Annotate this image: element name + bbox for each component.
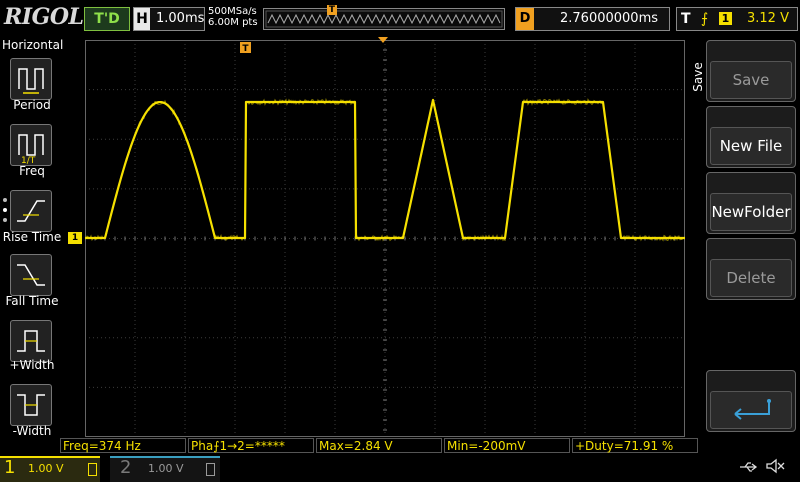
- trigger-readout[interactable]: T ⨍ 1 3.12 V: [676, 7, 798, 31]
- delete-button[interactable]: Delete: [706, 238, 796, 300]
- period-label: Period: [13, 98, 51, 112]
- save-button-label: Save: [710, 61, 792, 99]
- channel1-status[interactable]: 1 1.00 V: [0, 456, 100, 482]
- page-dot-active-icon: [3, 208, 7, 212]
- freq-label: Freq: [19, 164, 45, 178]
- page-dot-icon: [3, 218, 7, 222]
- rise-time-button[interactable]: [10, 190, 52, 232]
- save-button[interactable]: Save: [706, 40, 796, 102]
- measurement-max[interactable]: Max=2.84 V: [316, 438, 442, 453]
- channel2-number: 2: [120, 457, 132, 478]
- brand-logo: RIGOL: [4, 4, 84, 30]
- channel2-status[interactable]: 2 1.00 V: [110, 456, 220, 482]
- fall-time-label: Fall Time: [5, 294, 59, 308]
- horizontal-key: H: [134, 8, 150, 30]
- usb-icon: [740, 462, 758, 472]
- trigger-level: 3.12 V: [747, 11, 789, 26]
- new-file-button[interactable]: New File: [706, 106, 796, 168]
- period-button[interactable]: [10, 58, 52, 100]
- channel1-scale: 1.00 V: [28, 462, 64, 475]
- measure-category-title: Horizontal: [2, 38, 64, 52]
- page-dot-icon: [3, 198, 7, 202]
- channel1-ground-marker[interactable]: 1: [68, 232, 82, 244]
- trigger-key: T: [681, 11, 691, 27]
- delay-readout[interactable]: D 2.76000000ms: [515, 7, 670, 31]
- save-menu-tab: Save: [687, 40, 705, 130]
- trigger-position-marker: T: [327, 5, 337, 15]
- memory-overview-waveform: [265, 10, 503, 28]
- rising-edge-icon: ⨍: [701, 11, 709, 27]
- measurement-min[interactable]: Min=-200mV: [444, 438, 570, 453]
- measurement-phase[interactable]: Pha⨍1→2=*****: [188, 438, 314, 453]
- waveform-display[interactable]: [84, 39, 686, 437]
- trigger-time-marker[interactable]: T: [240, 40, 252, 56]
- sampling-info: 500MSa/s 6.00M pts: [208, 6, 258, 28]
- trigger-source-badge: 1: [719, 12, 732, 25]
- positive-width-label: +Width: [9, 358, 55, 372]
- positive-width-icon: [17, 330, 45, 352]
- waveform-grid: [84, 39, 686, 437]
- negative-width-button[interactable]: [10, 384, 52, 426]
- positive-width-button[interactable]: [10, 320, 52, 362]
- rise-time-label: Rise Time: [2, 230, 62, 244]
- delay-key: D: [516, 8, 534, 30]
- speaker-muted-icon[interactable]: [764, 457, 786, 475]
- horizontal-timebase[interactable]: H 1.00ms: [133, 7, 205, 31]
- sample-rate: 500MSa/s: [208, 6, 257, 17]
- new-folder-button[interactable]: NewFolder: [706, 172, 796, 234]
- top-status-bar: RIGOL T'D H 1.00ms 500MSa/s 6.00M pts T …: [0, 0, 800, 36]
- channel1-bw-limit-icon: [88, 463, 97, 476]
- run-state-indicator[interactable]: T'D: [84, 7, 130, 31]
- channel2-scale: 1.00 V: [148, 462, 184, 475]
- freq-icon: 1/T: [18, 134, 44, 166]
- period-icon: [18, 68, 44, 94]
- new-file-button-label: New File: [710, 127, 792, 165]
- delay-value: 2.76000000ms: [560, 11, 659, 26]
- channel2-bw-limit-icon: [206, 463, 215, 476]
- new-folder-button-label: NewFolder: [710, 193, 792, 231]
- freq-button[interactable]: 1/T: [10, 124, 52, 166]
- negative-width-icon: [17, 394, 45, 416]
- save-menu-title: Save: [691, 62, 705, 92]
- channel1-number: 1: [4, 457, 16, 478]
- memory-depth: 6.00M pts: [208, 17, 258, 28]
- enter-return-icon: [734, 399, 771, 420]
- measurement-duty[interactable]: +Duty=71.91 %: [572, 438, 698, 453]
- timebase-value: 1.00ms: [156, 11, 205, 26]
- measurement-freq[interactable]: Freq=374 Hz: [60, 438, 186, 453]
- delete-button-label: Delete: [710, 259, 792, 297]
- center-position-marker: [378, 37, 388, 43]
- fall-time-icon: [17, 264, 45, 286]
- memory-overview-strip[interactable]: [263, 8, 505, 30]
- enter-button-inner: [710, 391, 792, 429]
- rise-time-icon: [17, 200, 45, 222]
- svg-text:T: T: [242, 44, 249, 54]
- negative-width-label: -Width: [12, 424, 52, 438]
- fall-time-button[interactable]: [10, 254, 52, 296]
- enter-button[interactable]: [706, 370, 796, 432]
